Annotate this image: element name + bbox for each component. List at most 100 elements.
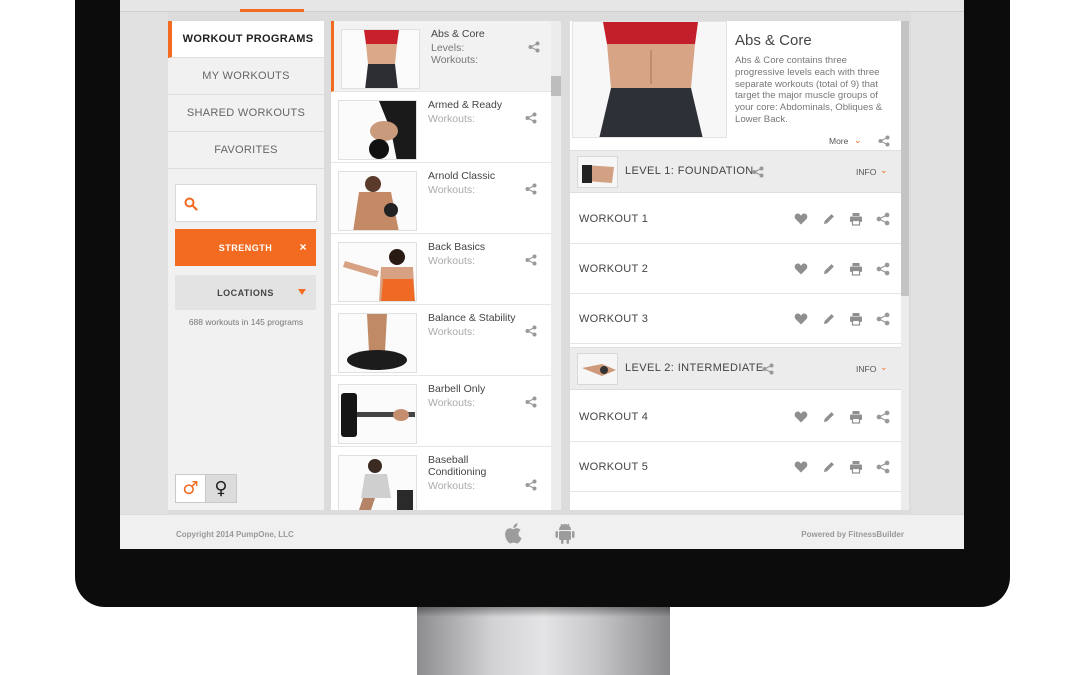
print-icon[interactable] (849, 460, 863, 474)
heart-icon[interactable] (794, 312, 808, 326)
program-row-armed-ready[interactable]: Armed & Ready Workouts: (331, 92, 551, 163)
share-icon[interactable] (525, 183, 537, 195)
results-count: 688 workouts in 145 programs (188, 317, 304, 327)
print-icon[interactable] (849, 212, 863, 226)
program-row-balance-stability[interactable]: Balance & Stability Workouts: (331, 305, 551, 376)
locations-label: LOCATIONS (217, 287, 274, 298)
workout-title: WORKOUT 2 (579, 263, 649, 275)
program-title: Armed & Ready (428, 99, 503, 111)
pencil-icon[interactable] (822, 262, 836, 276)
program-thumbnail (341, 29, 420, 89)
share-icon[interactable] (876, 212, 890, 226)
share-icon[interactable] (876, 460, 890, 474)
male-icon[interactable]: ♂ (176, 475, 206, 502)
share-icon[interactable] (525, 479, 537, 491)
share-icon[interactable] (876, 410, 890, 424)
stand-shadow (417, 607, 670, 617)
program-row-back-basics[interactable]: Back Basics Workouts: (331, 234, 551, 305)
footer: Copyright 2014 PumpOne, LLC Powered by F… (120, 514, 964, 549)
print-icon[interactable] (849, 262, 863, 276)
info-toggle[interactable]: INFO (856, 167, 876, 177)
program-row-baseball-conditioning[interactable]: Baseball Conditioning Workouts: (331, 447, 551, 510)
nav-label: WORKOUT PROGRAMS (182, 33, 314, 45)
share-icon[interactable] (876, 312, 890, 326)
program-workouts: Workouts: (428, 113, 476, 125)
heart-icon[interactable] (794, 410, 808, 424)
level-thumbnail (577, 353, 618, 385)
more-link[interactable]: More (829, 136, 848, 146)
program-workouts: Workouts: (428, 480, 476, 492)
nav-my-workouts[interactable]: MY WORKOUTS (168, 58, 324, 95)
workout-row[interactable]: WORKOUT 1 (570, 194, 901, 244)
program-row-abs-core[interactable]: Abs & Core Levels: Workouts: (331, 21, 551, 92)
share-icon[interactable] (525, 254, 537, 266)
workout-title: WORKOUT 5 (579, 461, 649, 473)
app-screen: WORKOUT PROGRAMS MY WORKOUTS SHARED WORK… (120, 0, 964, 549)
share-icon[interactable] (528, 41, 540, 53)
nav-label: FAVORITES (214, 144, 278, 156)
share-icon[interactable] (752, 166, 764, 178)
program-description: Abs & Core contains three progressive le… (735, 55, 883, 125)
level-thumbnail (577, 156, 618, 188)
program-title: Arnold Classic (428, 170, 496, 182)
female-icon[interactable]: ♀ (206, 475, 236, 502)
share-icon[interactable] (525, 112, 537, 124)
screen-margin-left (120, 12, 168, 514)
print-icon[interactable] (849, 312, 863, 326)
android-icon[interactable] (554, 521, 576, 545)
program-workouts: Workouts: (428, 255, 476, 267)
program-workouts: Workouts: (428, 397, 476, 409)
info-toggle[interactable]: INFO (856, 364, 876, 374)
level-header-foundation[interactable]: LEVEL 1: FOUNDATION INFO ⌄ (570, 150, 901, 193)
program-workouts: Workouts: (428, 184, 476, 196)
heart-icon[interactable] (794, 460, 808, 474)
chevron-down-icon[interactable]: ⌄ (880, 362, 888, 373)
workout-row[interactable]: WORKOUT 3 (570, 294, 901, 344)
search-input[interactable] (175, 184, 317, 222)
print-icon[interactable] (849, 410, 863, 424)
heart-icon[interactable] (794, 212, 808, 226)
share-icon[interactable] (878, 135, 890, 147)
pencil-icon[interactable] (822, 212, 836, 226)
program-title: Back Basics (428, 241, 486, 253)
locations-dropdown[interactable]: LOCATIONS (175, 275, 316, 310)
nav-workout-programs[interactable]: WORKOUT PROGRAMS (168, 21, 324, 58)
workout-title: WORKOUT 1 (579, 213, 649, 225)
pencil-icon[interactable] (822, 410, 836, 424)
screen-margin-right (911, 12, 964, 514)
program-title: Baseball Conditioning (428, 454, 487, 478)
program-row-barbell-only[interactable]: Barbell Only Workouts: (331, 376, 551, 447)
workout-title: WORKOUT 4 (579, 411, 649, 423)
share-icon[interactable] (762, 363, 774, 375)
program-workouts: Workouts: (428, 326, 476, 338)
chevron-down-icon[interactable]: ⌄ (854, 135, 862, 146)
chevron-down-icon[interactable]: ⌄ (880, 165, 888, 176)
pencil-icon[interactable] (822, 460, 836, 474)
share-icon[interactable] (525, 325, 537, 337)
active-filter-strength[interactable]: STRENGTH × (175, 229, 316, 266)
search-icon (184, 197, 198, 211)
program-thumbnail (338, 313, 417, 373)
program-row-arnold-classic[interactable]: Arnold Classic Workouts: (331, 163, 551, 234)
scrollbar-thumb[interactable] (551, 76, 561, 96)
share-icon[interactable] (525, 396, 537, 408)
workout-row[interactable]: WORKOUT 5 (570, 442, 901, 492)
nav-label: MY WORKOUTS (202, 70, 290, 82)
gender-toggle: ♂ ♀ (175, 474, 237, 503)
level-header-intermediate[interactable]: LEVEL 2: INTERMEDIATE INFO ⌄ (570, 347, 901, 390)
apple-icon[interactable] (503, 521, 525, 545)
scrollbar-thumb[interactable] (901, 21, 909, 296)
pencil-icon[interactable] (822, 312, 836, 326)
nav-shared-workouts[interactable]: SHARED WORKOUTS (168, 95, 324, 132)
nav-favorites[interactable]: FAVORITES (168, 132, 324, 169)
workout-row[interactable]: WORKOUT 2 (570, 244, 901, 294)
program-title: Balance & Stability (428, 312, 516, 324)
program-thumbnail (338, 384, 417, 444)
filter-label: STRENGTH (218, 242, 273, 253)
level-title: LEVEL 1: FOUNDATION (625, 165, 754, 177)
heart-icon[interactable] (794, 262, 808, 276)
share-icon[interactable] (876, 262, 890, 276)
nav-label: SHARED WORKOUTS (186, 107, 306, 119)
workout-row[interactable]: WORKOUT 4 (570, 392, 901, 442)
close-icon[interactable]: × (299, 240, 307, 254)
